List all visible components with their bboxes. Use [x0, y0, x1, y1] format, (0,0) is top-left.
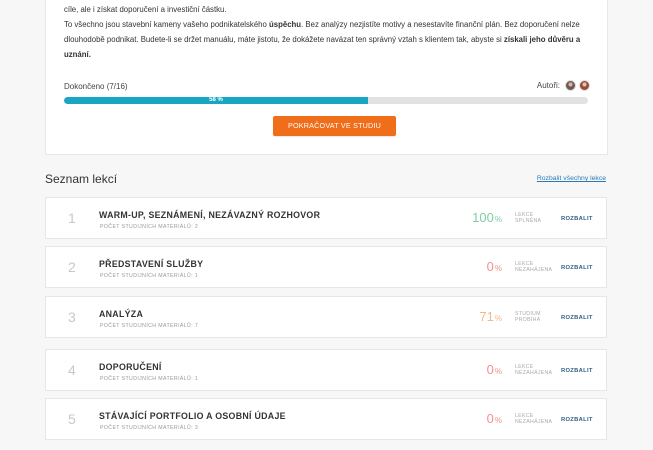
lesson-row[interactable]: 4 DOPORUČENÍ POČET STUDIJNÍCH MATERIÁLŮ: 1…: [45, 349, 607, 391]
intro-bold-success: úspěchu: [269, 20, 302, 29]
progress-label: Dokončeno (7/16): [64, 82, 128, 91]
lesson-status: LEKCE NEZAHÁJENA: [515, 413, 553, 426]
lesson-percent-sign: %: [494, 215, 502, 224]
lesson-title: WARM-UP, SEZNÁMENÍ, NEZÁVAZNÝ ROZHOVOR: [99, 210, 321, 220]
lesson-percent: 0%: [487, 362, 502, 377]
lesson-row[interactable]: 2 PŘEDSTAVENÍ SLUŽBY POČET STUDIJNÍCH MATE…: [45, 246, 607, 288]
lesson-percent-value: 0: [486, 362, 494, 377]
lesson-material-count: POČET STUDIJNÍCH MATERIÁLŮ: 2: [100, 224, 199, 230]
lesson-number: 3: [68, 309, 76, 325]
lesson-status-line: NEZAHÁJENA: [515, 419, 553, 426]
lesson-status: LEKCE NEZAHÁJENA: [515, 261, 553, 274]
lesson-percent-value: 0: [486, 259, 494, 274]
intro-text-segment: To všechno jsou stavební kameny vašeho p…: [64, 20, 270, 29]
expand-lesson-button[interactable]: ROZBALIT: [561, 265, 593, 271]
lesson-title: ANALÝZA: [99, 309, 144, 319]
expand-lesson-button[interactable]: ROZBALIT: [561, 216, 593, 222]
lesson-percent-value: 100: [472, 210, 494, 225]
lesson-row[interactable]: 3 ANALÝZA POČET STUDIJNÍCH MATERIÁLŮ: 7 71%…: [45, 296, 607, 338]
lesson-status-line: PROBÍHÁ: [515, 317, 541, 324]
lesson-percent-value: 71: [479, 309, 494, 324]
lesson-material-count: POČET STUDIJNÍCH MATERIÁLŮ: 1: [100, 376, 199, 382]
lesson-number: 1: [68, 210, 76, 226]
authors: Autoři:: [537, 80, 590, 91]
lesson-material-count: POČET STUDIJNÍCH MATERIÁLŮ: 3: [100, 425, 199, 431]
lesson-status: STUDIUM PROBÍHÁ: [515, 311, 549, 323]
lesson-percent: 100%: [472, 210, 502, 225]
expand-lesson-button[interactable]: ROZBALIT: [561, 368, 593, 374]
author-avatar[interactable]: [565, 80, 576, 91]
intro-line-1: cíle, ale i získat doporučení a investič…: [64, 5, 227, 14]
lesson-title: DOPORUČENÍ: [99, 362, 162, 372]
progress-percent: 58 %: [209, 97, 223, 103]
lesson-number: 2: [68, 259, 76, 275]
lesson-percent-sign: %: [494, 314, 502, 323]
lesson-percent-sign: %: [494, 416, 502, 425]
lesson-material-count: POČET STUDIJNÍCH MATERIÁLŮ: 1: [100, 273, 199, 279]
lessons-title: Seznam lekcí: [45, 172, 118, 186]
authors-label: Autoři:: [536, 81, 560, 90]
progress-row: Dokončeno (7/16) Autoři:: [64, 80, 590, 94]
lesson-title: STÁVAJÍCÍ PORTFOLIO A OSOBNÍ ÚDAJE: [99, 411, 286, 421]
lesson-status-line: SPLNĚNA: [515, 218, 542, 225]
course-intro-card: cíle, ale i získat doporučení a investič…: [45, 0, 608, 155]
lesson-title: PŘEDSTAVENÍ SLUŽBY: [99, 259, 204, 269]
lesson-status-line: NEZAHÁJENA: [515, 267, 553, 274]
lesson-percent-value: 0: [486, 411, 494, 426]
intro-paragraph: To všechno jsou stavební kameny vašeho p…: [64, 17, 584, 62]
expand-lesson-button[interactable]: ROZBALIT: [561, 417, 593, 423]
continue-study-button[interactable]: POKRAČOVAT VE STUDIU: [273, 116, 396, 136]
lesson-material-count: POČET STUDIJNÍCH MATERIÁLŮ: 7: [100, 323, 199, 329]
lesson-percent-sign: %: [494, 264, 502, 273]
lesson-number: 4: [68, 362, 76, 378]
intro-text: cíle, ale i získat doporučení a investič…: [64, 2, 584, 62]
lesson-status: LEKCE SPLNĚNA: [515, 212, 549, 224]
lesson-status-line: NEZAHÁJENA: [515, 370, 553, 377]
lesson-row[interactable]: 1 WARM-UP, SEZNÁMENÍ, NEZÁVAZNÝ ROZHOVOR P…: [45, 197, 607, 239]
lesson-percent-sign: %: [494, 367, 502, 376]
lesson-percent: 0%: [487, 259, 502, 274]
expand-all-link[interactable]: Rozbalit všechny lekce: [537, 175, 606, 182]
lesson-status: LEKCE NEZAHÁJENA: [515, 364, 553, 377]
progress-bar: 58 %: [64, 97, 588, 104]
lesson-number: 5: [68, 411, 76, 427]
lesson-percent: 71%: [479, 309, 502, 324]
expand-lesson-button[interactable]: ROZBALIT: [561, 315, 593, 321]
lesson-percent: 0%: [487, 411, 502, 426]
author-avatar[interactable]: [579, 80, 590, 91]
lesson-row[interactable]: 5 STÁVAJÍCÍ PORTFOLIO A OSOBNÍ ÚDAJE POČET…: [45, 398, 607, 440]
